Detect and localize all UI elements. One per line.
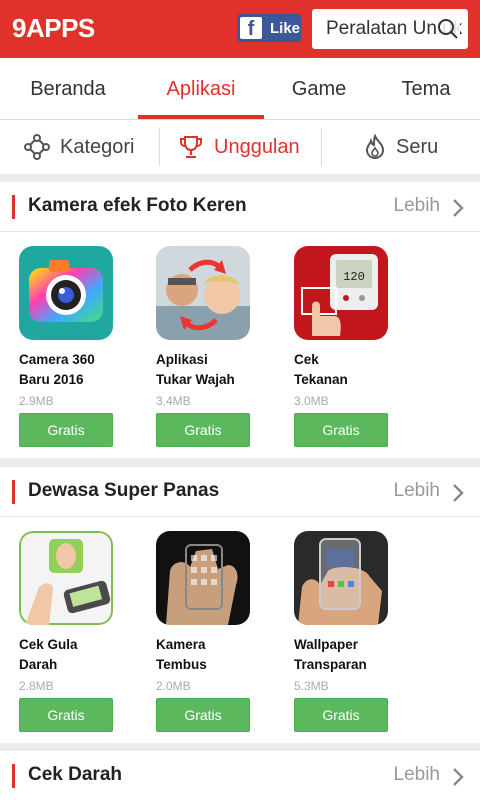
subtab-seru-label: Seru <box>396 135 439 158</box>
camera-360-app-icon[interactable] <box>19 246 113 340</box>
download-button[interactable]: Gratis <box>156 698 250 732</box>
section-accent-bar <box>12 480 15 504</box>
download-button[interactable]: Gratis <box>294 698 388 732</box>
chevron-right-icon[interactable] <box>452 198 464 218</box>
app-size: 2.0MB <box>156 679 191 693</box>
blood-pressure-app-icon[interactable]: 120 <box>294 246 388 340</box>
category-icon <box>24 134 50 160</box>
section-title: Cek Darah <box>28 764 122 785</box>
app-logo[interactable]: 9APPS <box>12 13 95 44</box>
subtab-unggulan-label: Unggulan <box>214 135 300 158</box>
facebook-like-label: Like <box>270 19 301 37</box>
app-name-line: Darah <box>19 657 58 672</box>
app-name: Camera 360 Baru 2016 <box>19 350 139 390</box>
tab-game[interactable]: Game <box>262 58 376 120</box>
download-button[interactable]: Gratis <box>156 413 250 447</box>
section-header: Kamera efek Foto Keren Lebih <box>0 182 480 232</box>
app-size: 3.4MB <box>156 394 191 408</box>
app-size: 3.0MB <box>294 394 329 408</box>
app-name-line: Camera 360 <box>19 352 95 367</box>
transparent-wallpaper-app-icon[interactable] <box>294 531 388 625</box>
section-header: Dewasa Super Panas Lebih <box>0 467 480 517</box>
subtab-divider <box>321 128 322 166</box>
section-kamera: Kamera efek Foto Keren Lebih Camera 360 … <box>0 182 480 458</box>
app-name-line: Baru 2016 <box>19 372 84 387</box>
app-name-line: Cek <box>294 352 319 367</box>
search-input[interactable]: Peralatan Untuk <box>312 9 468 49</box>
svg-text:120: 120 <box>343 270 365 284</box>
facebook-icon: f <box>240 17 262 40</box>
section-title: Dewasa Super Panas <box>28 480 220 501</box>
section-cek-darah: Cek Darah Lebih <box>0 751 480 800</box>
sub-tabs: Kategori Unggulan Seru <box>0 120 480 174</box>
app-name: Aplikasi Tukar Wajah <box>156 350 276 390</box>
app-name: Kamera Tembus <box>156 635 276 675</box>
more-link[interactable]: Lebih <box>394 764 441 786</box>
xray-camera-app-icon[interactable] <box>156 531 250 625</box>
more-link[interactable]: Lebih <box>394 195 441 217</box>
subtab-seru[interactable]: Seru <box>364 120 438 174</box>
chevron-right-icon[interactable] <box>452 483 464 503</box>
app-name-line: Transparan <box>294 657 367 672</box>
section-accent-bar <box>12 764 15 788</box>
app-name: Cek Tekanan <box>294 350 414 390</box>
blood-sugar-app-icon[interactable] <box>19 531 113 625</box>
face-swap-app-icon[interactable] <box>156 246 250 340</box>
app-name-line: Wallpaper <box>294 637 359 652</box>
active-tab-indicator <box>138 115 264 119</box>
flame-icon <box>365 134 385 160</box>
app-name: Cek Gula Darah <box>19 635 139 675</box>
app-size: 2.8MB <box>19 679 54 693</box>
subtab-unggulan[interactable]: Unggulan <box>178 120 300 174</box>
section-header: Cek Darah Lebih <box>0 751 480 800</box>
download-button[interactable]: Gratis <box>19 698 113 732</box>
app-size: 5.3MB <box>294 679 329 693</box>
section-accent-bar <box>12 195 15 219</box>
app-name-line: Tukar Wajah <box>156 372 235 387</box>
app-name-line: Cek Gula <box>19 637 78 652</box>
app-name: Wallpaper Transparan <box>294 635 414 675</box>
search-icon[interactable] <box>436 17 460 41</box>
app-name-line: Kamera <box>156 637 206 652</box>
top-bar: 9APPS f Like Peralatan Untuk <box>0 0 480 58</box>
tab-tema[interactable]: Tema <box>376 58 476 120</box>
subtab-kategori[interactable]: Kategori <box>24 120 135 174</box>
app-name-line: Aplikasi <box>156 352 208 367</box>
app-size: 2.9MB <box>19 394 54 408</box>
main-tabs: Beranda Aplikasi Game Tema <box>0 58 480 120</box>
trophy-icon <box>180 136 202 158</box>
download-button[interactable]: Gratis <box>294 413 388 447</box>
tab-aplikasi[interactable]: Aplikasi <box>140 58 262 120</box>
app-name-line: Tembus <box>156 657 207 672</box>
tab-beranda[interactable]: Beranda <box>8 58 128 120</box>
facebook-like-button[interactable]: f Like <box>237 14 301 42</box>
subtab-kategori-label: Kategori <box>60 135 135 158</box>
download-button[interactable]: Gratis <box>19 413 113 447</box>
app-name-line: Tekanan <box>294 372 348 387</box>
section-dewasa: Dewasa Super Panas Lebih Cek Gula Darah … <box>0 467 480 743</box>
section-title: Kamera efek Foto Keren <box>28 195 247 216</box>
chevron-right-icon[interactable] <box>452 767 464 787</box>
subtab-divider <box>159 128 160 166</box>
more-link[interactable]: Lebih <box>394 480 441 502</box>
